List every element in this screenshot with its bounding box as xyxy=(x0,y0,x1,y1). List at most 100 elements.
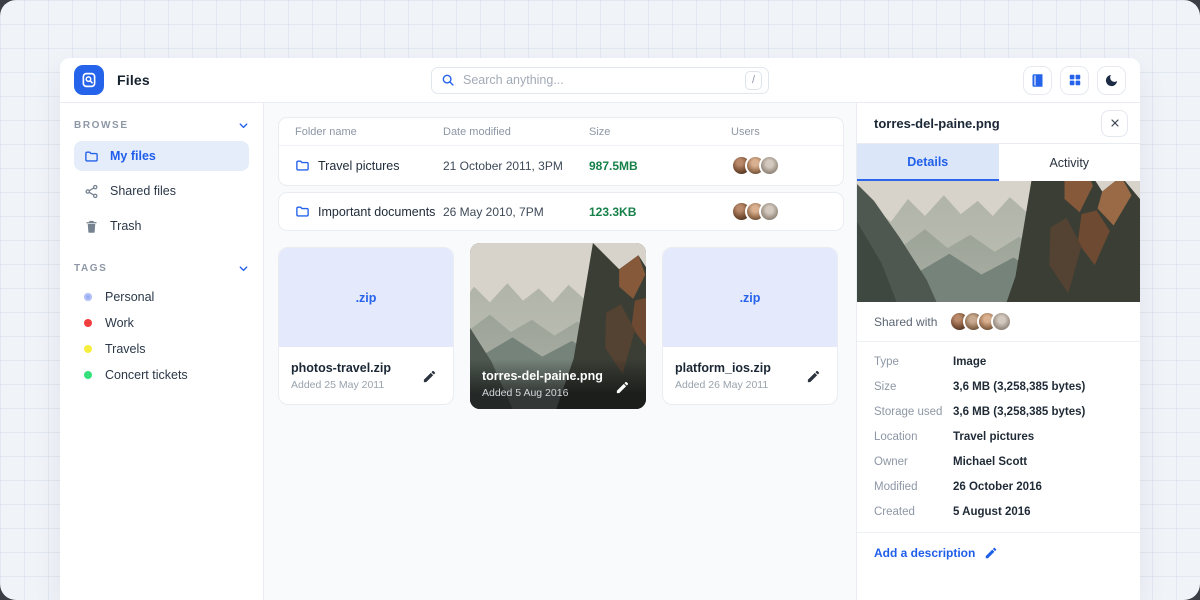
detail-label: Modified xyxy=(874,481,953,493)
avatar xyxy=(759,155,780,176)
app-body: BROWSE My files xyxy=(60,103,1140,600)
tags-section-header[interactable]: TAGS xyxy=(74,263,249,274)
tab-details[interactable]: Details xyxy=(857,144,999,181)
detail-value: 26 October 2016 xyxy=(953,481,1042,493)
rename-button[interactable] xyxy=(802,365,825,388)
rename-button[interactable] xyxy=(611,376,634,399)
detail-row-size: Size 3,6 MB (3,258,385 bytes) xyxy=(874,374,1123,399)
moon-icon xyxy=(1104,73,1119,88)
sidebar-item-label: My files xyxy=(110,149,156,163)
sidebar-item-label: Trash xyxy=(110,219,142,233)
detail-label: Type xyxy=(874,356,953,368)
tag-label: Work xyxy=(105,316,134,330)
table-row-travel-pictures[interactable]: Travel pictures 21 October 2011, 3PM 987… xyxy=(279,146,843,185)
tag-label: Concert tickets xyxy=(105,368,188,382)
file-added-date: Added 26 May 2011 xyxy=(675,379,802,391)
column-header-size: Size xyxy=(589,126,731,138)
tag-item-travels[interactable]: Travels xyxy=(74,336,249,362)
detail-label: Storage used xyxy=(874,406,953,418)
detail-label: Size xyxy=(874,381,953,393)
book-icon xyxy=(1030,73,1045,88)
detail-value: 3,6 MB (3,258,385 bytes) xyxy=(953,381,1085,393)
sidebar-item-trash[interactable]: Trash xyxy=(74,211,249,241)
files-app-window: Files / xyxy=(60,58,1140,600)
tag-item-concert-tickets[interactable]: Concert tickets xyxy=(74,362,249,388)
users-avatar-stack xyxy=(731,155,827,176)
folder-size: 987.5MB xyxy=(589,159,731,173)
avatar xyxy=(759,201,780,222)
file-preview-image[interactable] xyxy=(857,181,1140,302)
panel-tabs: Details Activity xyxy=(857,144,1140,181)
file-card-photos-travel-zip[interactable]: .zip photos-travel.zip Added 25 May 2011 xyxy=(278,247,454,405)
grid-view-button[interactable] xyxy=(1060,66,1089,95)
folder-icon xyxy=(295,158,310,173)
date-modified: 26 May 2010, 7PM xyxy=(443,205,589,219)
chevron-down-icon[interactable] xyxy=(238,263,249,274)
trash-icon xyxy=(84,219,99,234)
library-button[interactable] xyxy=(1023,66,1052,95)
zip-preview-area: .zip xyxy=(663,248,837,347)
file-cards-row: .zip photos-travel.zip Added 25 May 2011 xyxy=(278,243,844,409)
detail-label: Owner xyxy=(874,456,953,468)
search-input[interactable] xyxy=(463,73,745,87)
file-name: platform_ios.zip xyxy=(675,361,802,375)
details-panel: torres-del-paine.png Details Activity xyxy=(856,103,1140,600)
desktop-background: Files / xyxy=(0,0,1200,600)
app-title: Files xyxy=(117,72,150,88)
close-icon xyxy=(1109,117,1121,129)
sidebar-item-label: Shared files xyxy=(110,184,176,198)
file-added-date: Added 5 Aug 2016 xyxy=(482,387,611,399)
file-details-list: Type Image Size 3,6 MB (3,258,385 bytes)… xyxy=(857,342,1140,533)
close-panel-button[interactable] xyxy=(1101,110,1128,137)
detail-value: Image xyxy=(953,356,986,368)
file-name: photos-travel.zip xyxy=(291,361,418,375)
dark-mode-toggle[interactable] xyxy=(1097,66,1126,95)
add-description-label: Add a description xyxy=(874,546,975,560)
file-card-torres-del-paine[interactable]: torres-del-paine.png Added 5 Aug 2016 xyxy=(470,243,646,409)
detail-row-owner: Owner Michael Scott xyxy=(874,449,1123,474)
grid-icon xyxy=(1068,73,1082,87)
share-icon xyxy=(84,184,99,199)
folder-name: Travel pictures xyxy=(318,159,400,173)
file-card-platform-ios-zip[interactable]: .zip platform_ios.zip Added 26 May 2011 xyxy=(662,247,838,405)
pencil-icon xyxy=(806,369,821,384)
sidebar: BROWSE My files xyxy=(60,103,264,600)
pencil-icon xyxy=(422,369,437,384)
file-added-date: Added 25 May 2011 xyxy=(291,379,418,391)
sidebar-item-shared-files[interactable]: Shared files xyxy=(74,176,249,206)
folders-table: Folder name Date modified Size Users xyxy=(278,117,844,186)
users-avatar-stack xyxy=(731,201,827,222)
header-actions xyxy=(1023,66,1126,95)
tag-color-dot xyxy=(84,371,92,379)
rename-button[interactable] xyxy=(418,365,441,388)
folder-name: Important documents xyxy=(318,205,435,219)
tag-color-dot xyxy=(84,319,92,327)
panel-file-title: torres-del-paine.png xyxy=(874,116,1000,131)
zip-badge: .zip xyxy=(740,291,761,305)
folder-icon xyxy=(295,204,310,219)
table-header-row: Folder name Date modified Size Users xyxy=(279,118,843,146)
shared-avatar-stack[interactable] xyxy=(949,311,1012,332)
app-logo-icon[interactable] xyxy=(74,65,104,95)
tag-item-personal[interactable]: Personal xyxy=(74,284,249,310)
search-shortcut-key: / xyxy=(745,71,762,90)
tab-activity[interactable]: Activity xyxy=(999,144,1141,181)
shared-with-label: Shared with xyxy=(874,315,937,329)
sidebar-item-my-files[interactable]: My files xyxy=(74,141,249,171)
avatar xyxy=(991,311,1012,332)
browse-section-header[interactable]: BROWSE xyxy=(74,120,249,131)
detail-value: Michael Scott xyxy=(953,456,1027,468)
detail-row-modified: Modified 26 October 2016 xyxy=(874,474,1123,499)
detail-row-type: Type Image xyxy=(874,349,1123,374)
tags-section-label: TAGS xyxy=(74,263,107,274)
shared-with-row: Shared with xyxy=(857,302,1140,342)
tag-color-dot xyxy=(84,293,92,301)
chevron-down-icon[interactable] xyxy=(238,120,249,131)
add-description-link[interactable]: Add a description xyxy=(857,533,1140,573)
table-row-important-documents[interactable]: Important documents 26 May 2010, 7PM 123… xyxy=(278,192,844,231)
tags-section: TAGS Personal Work xyxy=(74,263,249,388)
detail-value: 5 August 2016 xyxy=(953,506,1031,518)
search-bar[interactable]: / xyxy=(431,67,769,94)
tag-item-work[interactable]: Work xyxy=(74,310,249,336)
detail-value: Travel pictures xyxy=(953,431,1034,443)
